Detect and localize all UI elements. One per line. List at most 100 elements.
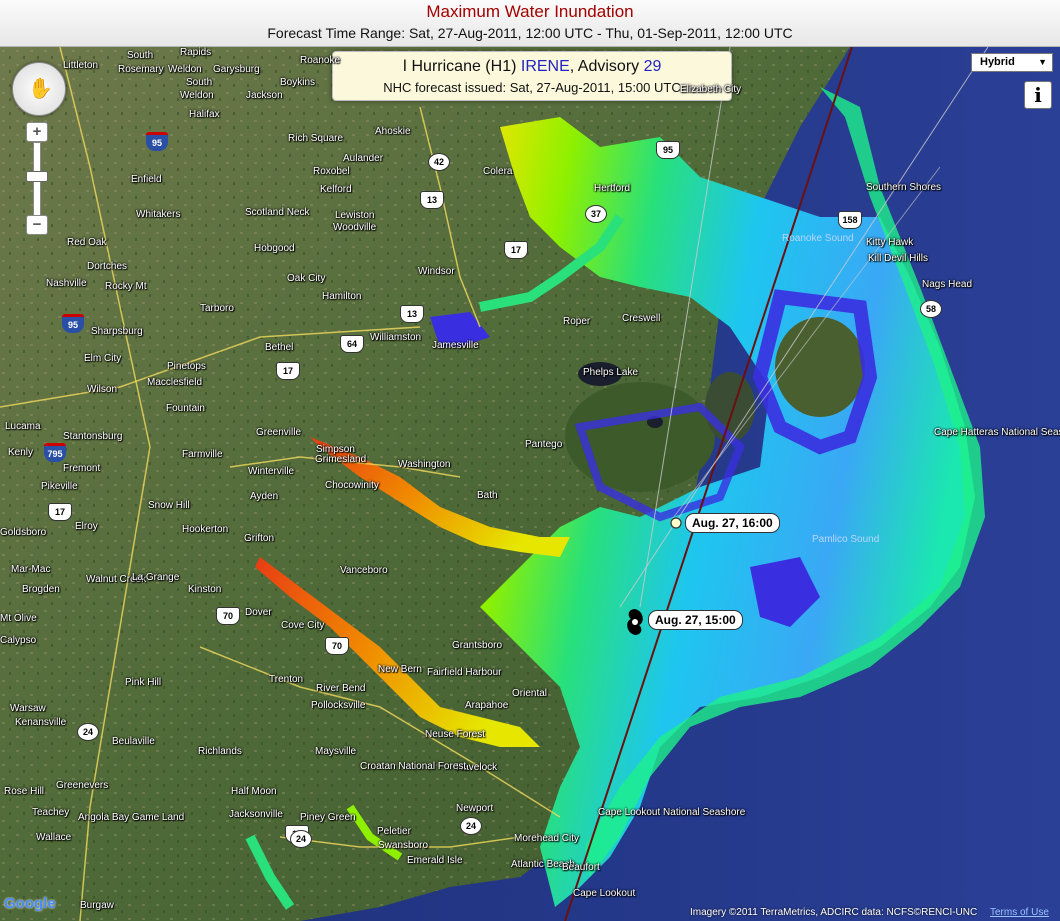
place-label: Garysburg [213,64,260,75]
place-label: Croatan National Forest [360,761,467,772]
place-label: Brogden [22,584,60,595]
place-label: Cape Lookout National Seashore [598,807,746,818]
hurricane-position-icon[interactable] [622,605,648,639]
map-type-label: Hybrid [980,56,1015,68]
page-title: Maximum Water Inundation [426,2,634,21]
place-label: Kenansville [15,717,67,728]
place-label: Elizabeth City [680,84,742,95]
place-label: Lewiston [335,210,375,221]
place-label: Sharpsburg [91,326,143,337]
place-label: Weldon [168,64,202,75]
place-label: Windsor [418,266,455,277]
place-label: Rose Hill [4,786,45,797]
place-label: Scotland Neck [245,207,310,218]
storm-info-box: ߊ Hurricane (H1) IRENE, Advisory 29 NHC … [332,51,732,101]
track-point-marker[interactable] [666,513,686,533]
place-label: Beaufort [562,862,600,873]
place-label: Vanceboro [340,565,388,576]
us-route-shield: 13 [400,305,424,323]
place-label: Grifton [244,533,275,544]
place-label: Farmville [182,449,223,460]
place-label: Oriental [512,688,548,699]
place-label: Ayden [250,491,279,502]
nc-route-shield: 24 [290,830,312,848]
map-type-select[interactable]: Hybrid ▼ [971,53,1053,72]
place-label: Half Moon [231,786,277,797]
place-label: Kitty Hawk [866,237,914,248]
place-label: Winterville [248,466,295,477]
place-label: Newport [456,803,494,814]
zoom-in-button[interactable]: + [26,122,48,142]
place-label: Pinetops [167,361,206,372]
place-label: Pollocksville [311,700,366,711]
advisory-number: 29 [643,58,662,75]
place-label: Pink Hill [125,677,162,688]
place-label: Bethel [265,342,294,353]
place-label: Red Oak [67,237,107,248]
track-label-1500: Aug. 27, 15:00 [648,610,743,630]
place-label: Woodville [333,222,377,233]
place-label: La Grange [132,572,180,583]
place-label: Peletier [377,826,411,837]
place-label: Aulander [343,153,384,164]
place-label: Jacksonville [229,809,283,820]
us-route-shield: 17 [48,503,72,521]
nc-route-shield: 58 [920,300,942,318]
nc-route-shield: 24 [460,817,482,835]
us-route-shield: 158 [838,211,862,229]
place-label: Kenly [8,447,34,458]
map-canvas[interactable]: ߊ Hurricane (H1) IRENE, Advisory 29 NHC … [0,47,1060,921]
storm-category: Hurricane (H1) [411,58,517,75]
us-route-shield: 70 [216,607,240,625]
place-label: Rosemary [118,64,164,75]
place-label: Arapahoe [465,700,509,711]
chevron-down-icon: ▼ [1038,57,1047,67]
place-label: Piney Green [300,812,356,823]
us-route-shield: 13 [420,191,444,209]
place-label: Hookerton [182,524,229,535]
place-label: Roper [563,316,591,327]
place-label: Rocky Mt [105,281,147,292]
place-label: Oak City [287,273,326,284]
track-label-1600: Aug. 27, 16:00 [685,513,780,533]
zoom-out-button[interactable]: − [26,215,48,235]
us-route-shield: 17 [504,241,528,259]
zoom-slider-thumb[interactable] [26,171,48,182]
forecast-issued: NHC forecast issued: Sat, 27-Aug-2011, 1… [383,80,681,95]
forecast-time-range: Forecast Time Range: Sat, 27-Aug-2011, 1… [267,25,793,41]
nc-route-shield: 24 [77,723,99,741]
place-label: Roanoke [300,55,341,66]
place-label: Enfield [131,174,162,185]
pan-control[interactable]: ✋ [12,62,66,116]
place-label: Pikeville [41,481,78,492]
place-label: Weldon [180,90,214,101]
place-label: Rapids [180,47,212,58]
interstate-shield: 95 [62,314,84,333]
place-label: Angola Bay Game Land [78,812,185,823]
place-label: Elm City [84,353,122,364]
advisory-label: , Advisory [569,58,640,75]
place-label: Kinston [188,584,222,595]
place-label: Tarboro [200,303,234,314]
place-label: Elroy [75,521,98,532]
place-label: Nashville [46,278,87,289]
place-label: Jamesville [432,340,479,351]
place-label: Southern Shores [866,182,942,193]
place-label: Creswell [622,313,661,324]
place-label: Fairfield Harbour [427,667,502,678]
water-label: Roanoke Sound [782,233,854,244]
terms-of-use-link[interactable]: Terms of Use [990,907,1049,918]
place-label: Rich Square [288,133,344,144]
place-label: Pantego [525,439,563,450]
place-label: Hamilton [322,291,362,302]
place-label: Cove City [281,620,325,631]
place-label: Hobgood [254,243,295,254]
place-label: Washington [398,459,451,470]
place-label: Goldsboro [0,527,47,538]
water-label: Pamlico Sound [812,534,880,545]
place-label: Littleton [63,60,99,71]
place-label: Morehead City [514,833,580,844]
info-button[interactable]: i [1024,81,1052,109]
place-label: Bath [477,490,498,501]
storm-title: ߊ Hurricane (H1) IRENE, Advisory 29 [333,56,731,76]
